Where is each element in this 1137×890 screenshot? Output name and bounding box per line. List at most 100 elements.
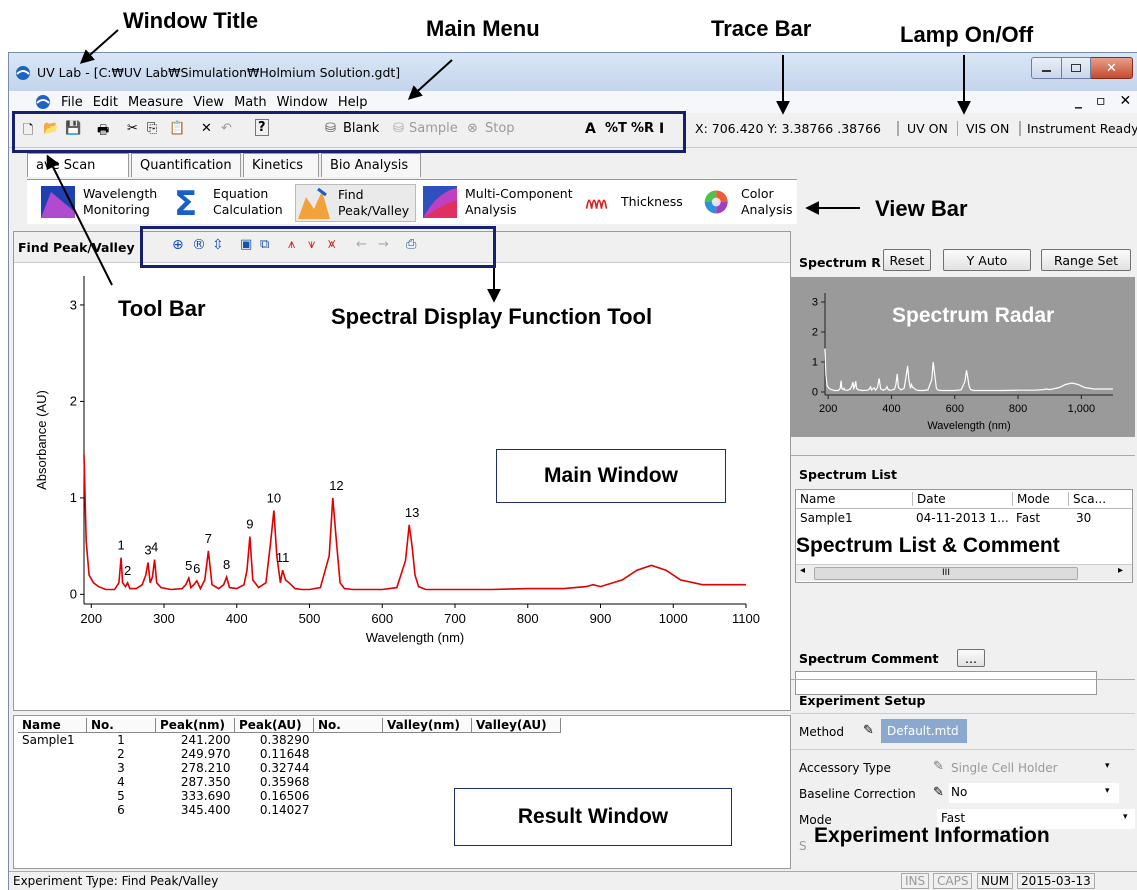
peak-label: 8 — [223, 557, 230, 572]
mdi-minimize-button[interactable]: _ — [1075, 93, 1086, 109]
view-multi-component-analysis[interactable]: Multi-Component Analysis — [423, 184, 573, 220]
instrument-status: Instrument Ready — [1019, 121, 1137, 136]
baseline-edit-icon[interactable]: ✎ — [933, 785, 944, 800]
table-row[interactable]: 3 278.210 0.32744 — [18, 761, 561, 775]
accessory-type-select[interactable]: Single Cell Holder — [951, 761, 1058, 775]
result-col-header[interactable]: Peak(nm) — [155, 718, 235, 733]
view-wavelength-monitoring[interactable]: Wavelength Monitoring — [41, 184, 157, 220]
list-horizontal-scrollbar[interactable]: ◂ III ▸ — [796, 564, 1132, 581]
menu-item-view[interactable]: View — [193, 95, 224, 110]
tab-bio-analysis[interactable]: Bio Analysis — [321, 153, 421, 177]
callout-result-window: Result Window — [454, 788, 732, 846]
vis-lamp-button[interactable]: VIS ON — [957, 121, 1009, 136]
radar-range-set-button[interactable]: Range Set — [1041, 249, 1131, 271]
result-cell — [18, 761, 87, 775]
view-item-label-2: Peak/Valley — [338, 203, 410, 218]
view-item-label-1: Thickness — [621, 194, 683, 209]
list-col-scan[interactable]: Sca... — [1068, 492, 1106, 506]
result-col-header[interactable]: No. — [313, 718, 383, 733]
list-cell-scan[interactable]: 30 — [1076, 511, 1091, 525]
result-col-header[interactable]: Name — [18, 718, 87, 733]
accessory-dropdown-icon[interactable]: ▾ — [1105, 761, 1110, 771]
menu-item-edit[interactable]: Edit — [93, 95, 118, 110]
table-row[interactable]: Sample1 1 241.200 0.38290 — [18, 733, 561, 747]
scroll-left-icon[interactable]: ◂ — [800, 565, 805, 576]
result-cell: 2 — [117, 747, 125, 761]
x-axis-label: Wavelength (nm) — [366, 630, 465, 645]
y-tick-label: 2 — [70, 394, 77, 409]
result-cell: 333.690 — [180, 789, 231, 803]
view-equation-calculation[interactable]: Σ Equation Calculation — [171, 184, 283, 220]
radar-yauto-button[interactable]: Y Auto — [943, 249, 1031, 271]
list-col-mode[interactable]: Mode — [1012, 492, 1050, 506]
menu-logo-icon — [36, 95, 50, 109]
list-cell-mode[interactable]: Fast — [1016, 511, 1040, 525]
result-col-header[interactable]: Valley(nm) — [382, 718, 472, 733]
list-col-name[interactable]: Name — [800, 492, 835, 506]
uv-lamp-button[interactable]: UV ON — [897, 121, 948, 136]
y-tick-label: 3 — [812, 297, 818, 309]
scroll-right-icon[interactable]: ▸ — [1118, 565, 1123, 576]
view-find-peak-valley[interactable]: Find Peak/Valley — [295, 184, 417, 222]
view-item-label-1: Find — [338, 187, 364, 202]
spectrum-radar-panel: Spectrum R Reset Y Auto Range Set 200 400… — [791, 243, 1135, 441]
view-thickness[interactable]: Thickness — [585, 184, 683, 220]
result-cell: 287.350 — [180, 775, 231, 789]
scroll-thumb[interactable]: III — [814, 567, 1078, 580]
baseline-correction-select[interactable]: No ▾ — [949, 783, 1119, 803]
list-cell-name[interactable]: Sample1 — [800, 511, 853, 525]
peak-label: 1 — [117, 538, 124, 553]
spectral-panel-title: Find Peak/Valley — [18, 240, 135, 255]
result-col-header[interactable]: Valley(AU) — [471, 718, 561, 733]
radar-title: Spectrum R — [799, 255, 881, 270]
x-tick-label: 500 — [299, 611, 321, 626]
accessory-edit-icon[interactable]: ✎ — [933, 759, 944, 774]
callout-main-menu: Main Menu — [426, 16, 540, 41]
list-cell-date[interactable]: 04-11-2013 1... — [916, 511, 1009, 525]
result-col-header[interactable]: Peak(AU) — [234, 718, 314, 733]
radar-reset-button[interactable]: Reset — [883, 249, 931, 271]
series-line — [824, 348, 1113, 392]
mdi-close-button[interactable]: ✕ — [1120, 93, 1136, 109]
result-cell: 5 — [117, 789, 125, 803]
result-cell: 0.32744 — [259, 761, 310, 775]
trace-bar-readout: X: 706.420 Y: 3.38766 .38766 — [695, 121, 881, 136]
mdi-restore-button[interactable]: ▫ — [1096, 93, 1110, 109]
menu-item-help[interactable]: Help — [338, 95, 368, 110]
method-edit-icon[interactable]: ✎ — [863, 723, 874, 738]
spectrum-radar-view[interactable]: 200 400 600 800 1,000 0 1 2 3 Wavelength (nm) — [791, 277, 1135, 437]
result-cell: 278.210 — [180, 761, 231, 775]
menu-item-file[interactable]: File — [61, 95, 83, 110]
menu-item-measure[interactable]: Measure — [128, 95, 183, 110]
tab-kinetics[interactable]: Kinetics — [243, 153, 319, 177]
list-col-date[interactable]: Date — [912, 492, 946, 506]
peak-label: 13 — [405, 505, 419, 520]
view-color-analysis[interactable]: Color Analysis — [703, 184, 793, 220]
result-cell — [18, 803, 87, 817]
baseline-dropdown-icon[interactable]: ▾ — [1105, 786, 1110, 796]
radar-chart: 200 400 600 800 1,000 0 1 2 3 Wavelength (nm) — [812, 293, 1113, 432]
peak-label: 12 — [329, 478, 343, 493]
mode-dropdown-icon[interactable]: ▾ — [1123, 812, 1128, 822]
minimize-button[interactable] — [1031, 57, 1063, 79]
peak-label: 11 — [276, 550, 290, 565]
menu-item-window[interactable]: Window — [277, 95, 328, 110]
view-item-label-1: Color — [741, 186, 774, 201]
table-row[interactable]: 4 287.350 0.35968 — [18, 775, 561, 789]
x-tick-label: 700 — [444, 611, 466, 626]
window-title: UV Lab - [C:₩UV Lab₩Simulation₩Holmium S… — [37, 65, 401, 80]
view-item-label-1: Multi-Component — [465, 186, 573, 201]
method-value[interactable]: Default.mtd — [881, 719, 967, 743]
table-row[interactable]: 2 249.970 0.11648 — [18, 747, 561, 761]
y-tick-label: 0 — [70, 587, 77, 602]
maximize-button[interactable] — [1062, 57, 1091, 79]
tab-quantification[interactable]: Quantification — [131, 153, 241, 177]
accessory-type-label: Accessory Type — [799, 761, 891, 775]
result-cell: 4 — [117, 775, 125, 789]
status-date: 2015-03-13 — [1017, 873, 1095, 889]
tab-wave-scan[interactable]: ave Scan — [27, 153, 129, 177]
result-col-header[interactable]: No. — [86, 718, 156, 733]
close-button[interactable]: ✕ — [1090, 57, 1133, 79]
menu-item-math[interactable]: Math — [234, 95, 267, 110]
mdi-controls: _ ▫ ✕ — [1075, 93, 1137, 109]
